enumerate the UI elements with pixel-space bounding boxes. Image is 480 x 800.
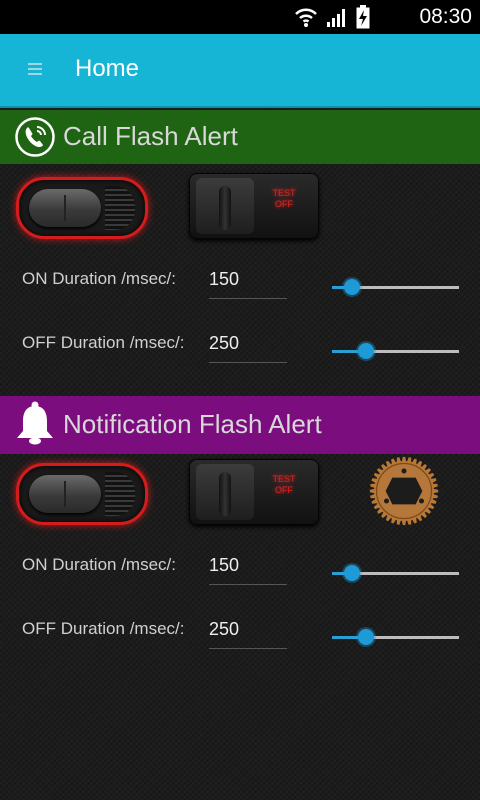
off-duration-label: OFF Duration /msec/: [22,333,185,352]
notification-flash-alert-header: Notification Flash Alert [0,396,480,454]
notification-flash-toggle[interactable] [16,463,148,525]
section-title: Notification Flash Alert [63,409,322,439]
notification-test-button[interactable]: TEST OFF [189,459,319,525]
on-duration-input[interactable]: 150 [209,266,287,299]
off-duration-input[interactable]: 250 [209,616,287,649]
off-duration-slider[interactable] [332,341,459,361]
status-icons [294,4,370,30]
status-time: 08:30 [419,5,472,28]
status-bar: 08:30 [0,0,480,34]
phone-call-icon [15,117,55,157]
off-duration-label: OFF Duration /msec/: [22,619,185,638]
on-duration-label: ON Duration /msec/: [22,269,176,288]
slider-thumb[interactable] [357,629,374,645]
signal-icon [327,9,345,27]
slider-thumb[interactable] [357,343,374,359]
call-flash-alert-header: Call Flash Alert [0,110,480,164]
call-flash-toggle[interactable] [16,177,148,239]
bell-icon [17,401,53,445]
slider-thumb[interactable] [343,279,360,295]
on-duration-slider[interactable] [332,563,459,583]
sprocket-gear-icon[interactable] [362,456,446,526]
call-test-button[interactable]: TEST OFF [189,173,319,239]
wifi-icon [295,8,317,27]
off-duration-slider[interactable] [332,627,459,647]
section-title: Call Flash Alert [63,121,238,151]
menu-icon[interactable] [28,63,42,77]
slider-thumb[interactable] [343,565,360,581]
page-title[interactable]: Home [75,55,139,83]
battery-charging-icon [356,5,370,29]
test-button-label: TEST OFF [272,188,296,209]
on-duration-slider[interactable] [332,277,459,297]
on-duration-input[interactable]: 150 [209,552,287,585]
off-duration-input[interactable]: 250 [209,330,287,363]
action-bar: Home [0,34,480,108]
on-duration-label: ON Duration /msec/: [22,555,176,574]
test-button-label: TEST OFF [272,474,296,495]
